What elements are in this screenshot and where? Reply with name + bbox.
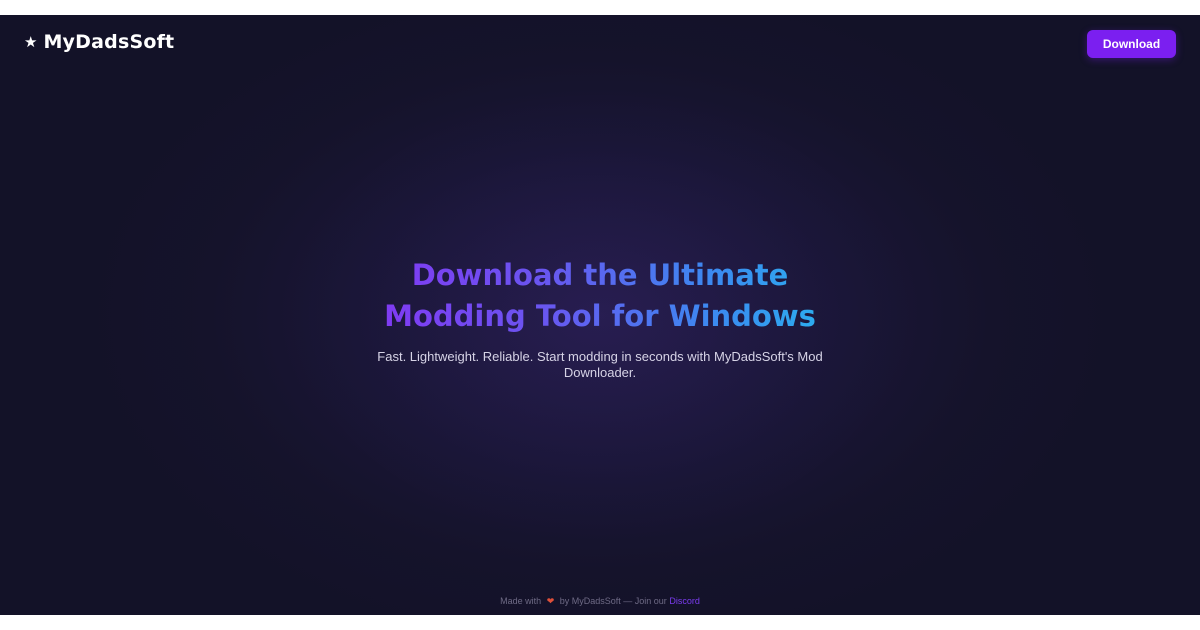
top-navigation-bar: ★ MyDadsSoft Download (0, 15, 1200, 73)
footer: Made with ❤ by MyDadsSoft — Join our Dis… (0, 595, 1200, 608)
hero-title: Download the Ultimate Modding Tool for W… (300, 255, 900, 337)
discord-link[interactable]: Discord (669, 596, 700, 606)
footer-by-text: by MyDadsSoft — Join our (559, 596, 667, 606)
star-icon: ★ (24, 33, 38, 51)
download-button[interactable]: Download (1087, 30, 1176, 58)
footer-made-with: Made with (500, 596, 542, 606)
brand-logo[interactable]: ★ MyDadsSoft (24, 31, 174, 53)
brand-name: MyDadsSoft (43, 31, 175, 53)
hero-title-line-2: Modding Tool for Windows (384, 299, 816, 333)
landing-page: ★ MyDadsSoft Download Download the Ultim… (0, 15, 1200, 615)
hero-title-line-1: Download the Ultimate (411, 258, 789, 292)
heart-icon: ❤ (546, 597, 555, 607)
hero-section: Download the Ultimate Modding Tool for W… (300, 255, 900, 381)
hero-subtitle: Fast. Lightweight. Reliable. Start moddi… (377, 349, 823, 380)
